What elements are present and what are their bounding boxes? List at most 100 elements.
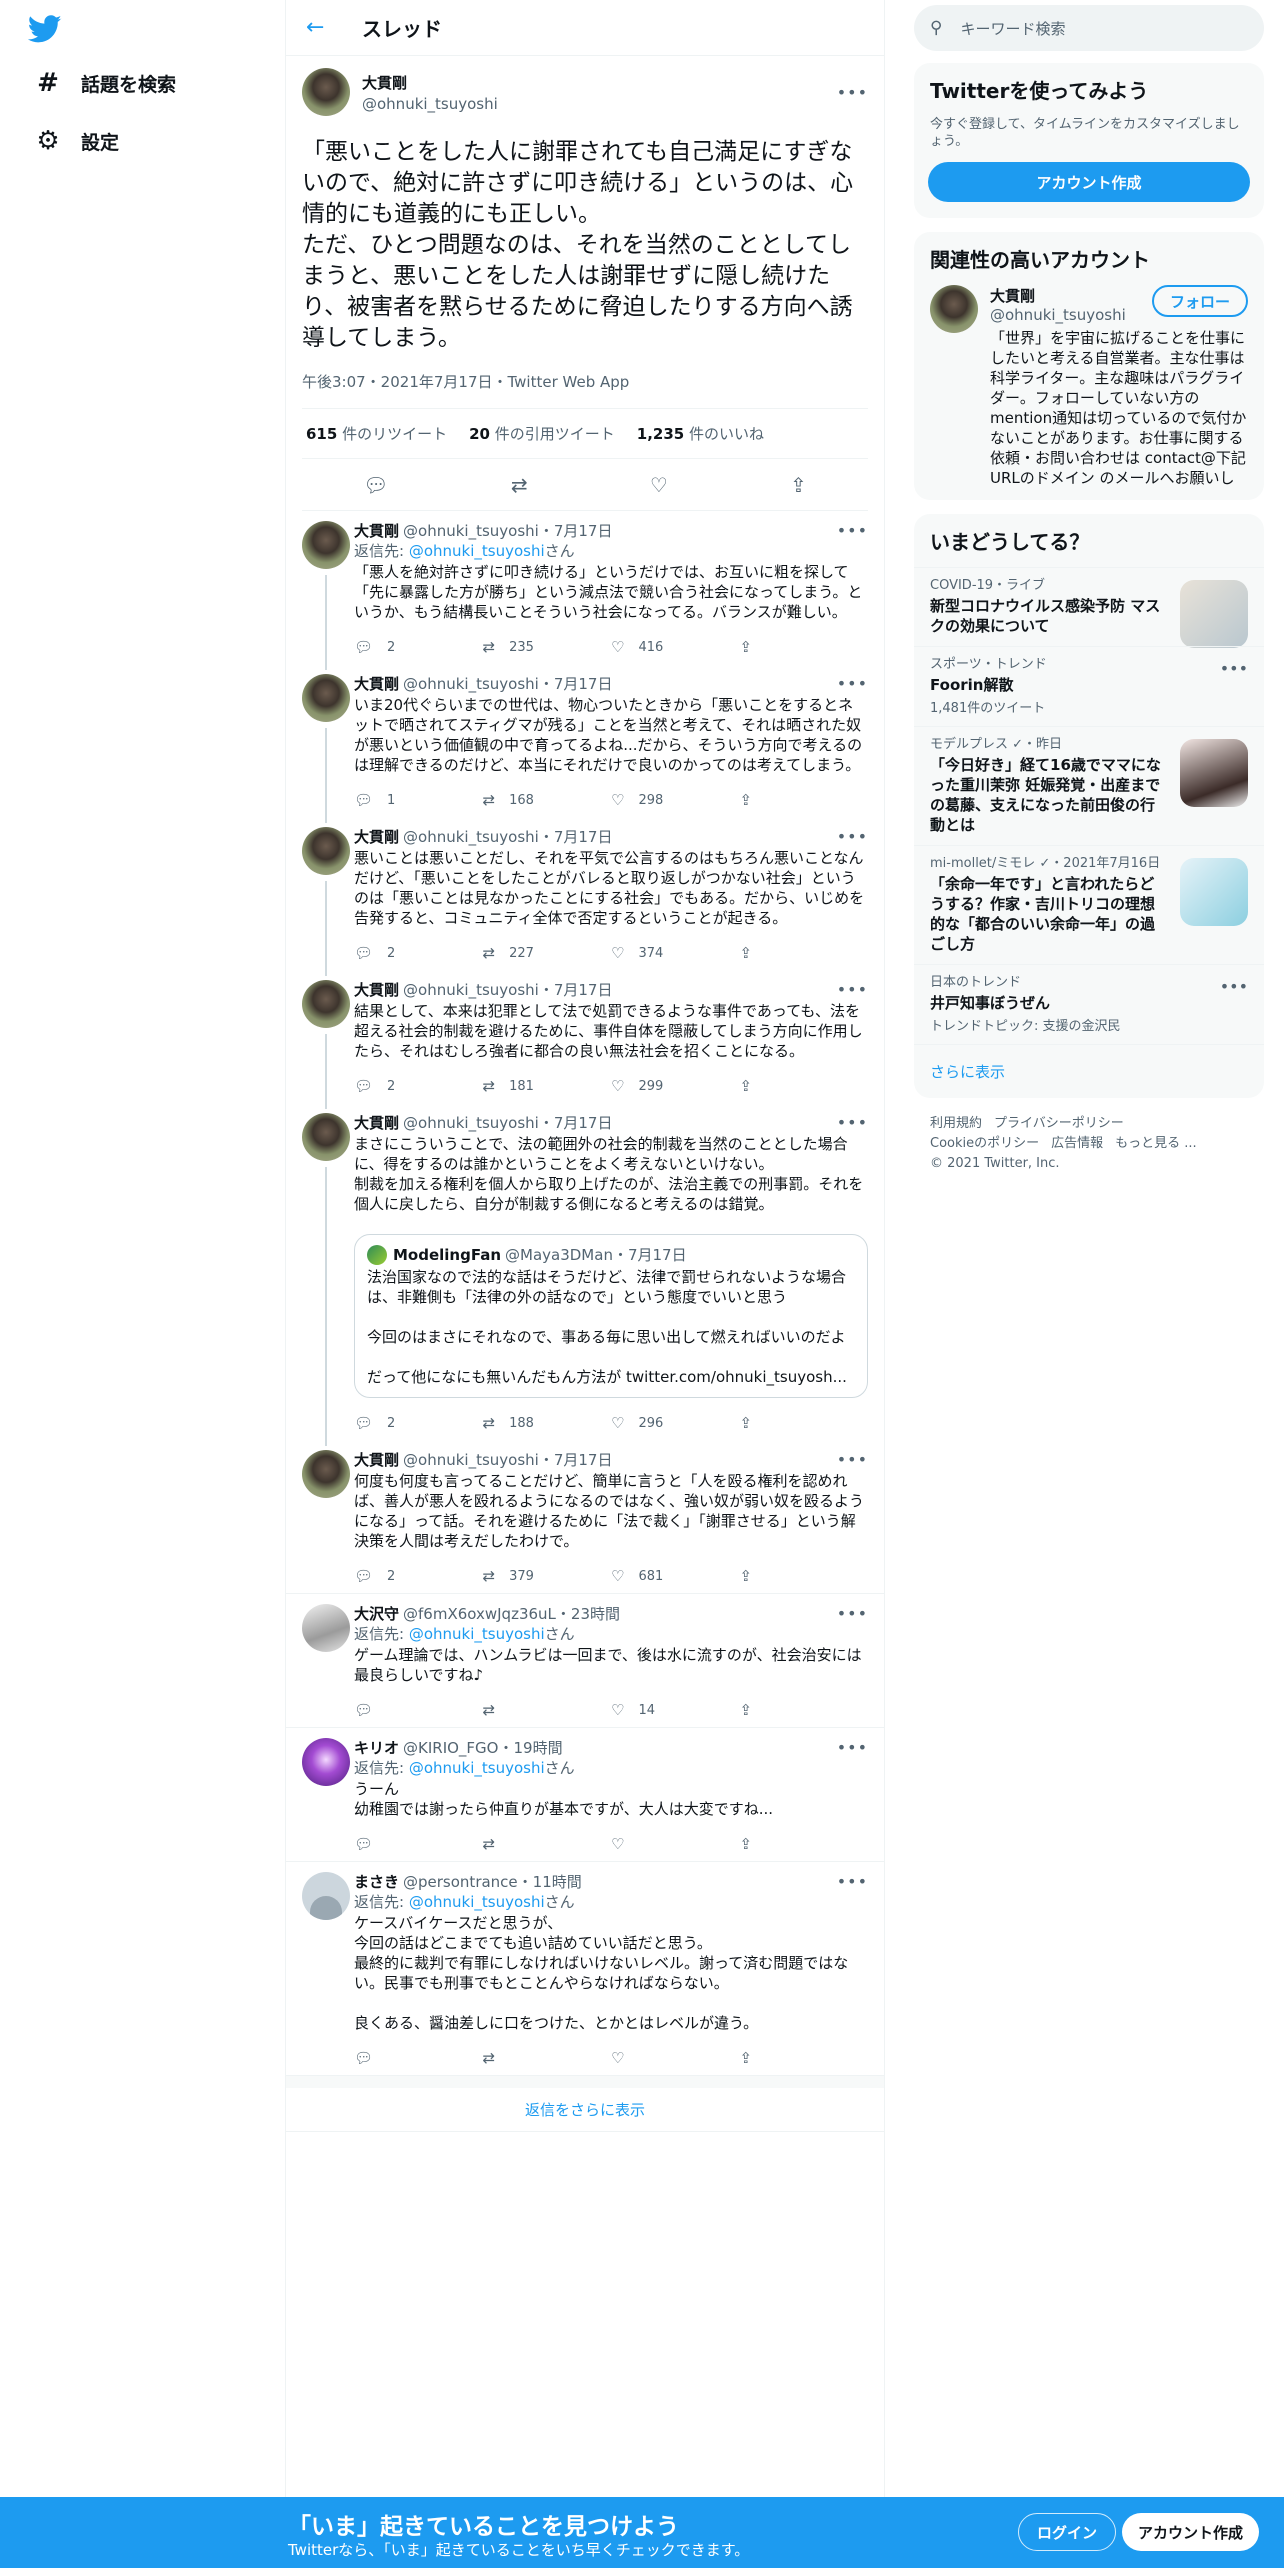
- more-icon[interactable]: •••: [1220, 659, 1248, 678]
- like-button[interactable]: ♡ 299: [611, 1077, 740, 1095]
- reply-author-handle[interactable]: @f6mX6oxwJqz36uL・23時間: [403, 1604, 620, 1624]
- quote-count[interactable]: 20 件の引用ツイート: [469, 423, 615, 444]
- nav-explore[interactable]: # 話題を検索: [33, 68, 176, 98]
- reply-to-link[interactable]: @ohnuki_tsuyoshi: [409, 542, 545, 560]
- more-icon[interactable]: •••: [837, 980, 868, 1000]
- share-button[interactable]: ⇪: [740, 1701, 869, 1719]
- like-button[interactable]: ♡ 681: [611, 1567, 740, 1585]
- avatar[interactable]: [302, 1604, 350, 1652]
- like-button[interactable]: ♡ 374: [611, 944, 740, 962]
- footer-link[interactable]: 広告情報: [1051, 1136, 1103, 1151]
- more-icon[interactable]: •••: [837, 1738, 868, 1758]
- like-button[interactable]: ♡ 298: [611, 791, 740, 809]
- rel-name[interactable]: 大貫剛: [990, 285, 1126, 306]
- reply-icon[interactable]: 💬︎: [363, 473, 388, 497]
- author-name[interactable]: 大貫剛: [362, 72, 498, 93]
- share-button[interactable]: ⇪: [740, 791, 869, 809]
- relevant-account[interactable]: 大貫剛 @ohnuki_tsuyoshi フォロー 「世界」を宇宙に拡げることを…: [914, 285, 1264, 500]
- reply-author-handle[interactable]: @persontrance・11時間: [403, 1872, 582, 1892]
- like-button[interactable]: ♡: [611, 1835, 740, 1853]
- avatar[interactable]: [302, 68, 350, 116]
- reply-button[interactable]: 💬︎ 2: [354, 1077, 483, 1095]
- share-button[interactable]: ⇪: [740, 1835, 869, 1853]
- retweet-count[interactable]: 615 件のリツイート: [306, 423, 447, 444]
- show-more-link[interactable]: さらに表示: [914, 1044, 1264, 1098]
- trend-item[interactable]: モデルプレス ✓・昨日 「今日好き」経て16歳でママになった重川茉弥 妊娠発覚・出…: [914, 726, 1264, 845]
- retweet-button[interactable]: ⇄: [483, 2049, 612, 2067]
- reply-button[interactable]: 💬︎: [354, 1835, 483, 1853]
- author-handle[interactable]: @ohnuki_tsuyoshi: [362, 95, 498, 113]
- like-button[interactable]: ♡ 14: [611, 1701, 740, 1719]
- like-count[interactable]: 1,235 件のいいね: [637, 423, 764, 444]
- reply-author-name[interactable]: 大貫剛: [354, 521, 399, 541]
- reply-tweet[interactable]: 大貫剛 @ohnuki_tsuyoshi・7月17日 ••• 返信先: @ohnuki…: [286, 511, 884, 670]
- more-icon[interactable]: •••: [837, 521, 868, 541]
- back-arrow-icon[interactable]: ←: [306, 15, 336, 40]
- reply-author-handle[interactable]: @ohnuki_tsuyoshi・7月17日: [403, 827, 612, 847]
- reply-author-name[interactable]: 大沢守: [354, 1604, 399, 1624]
- more-icon[interactable]: •••: [837, 674, 868, 694]
- like-button[interactable]: ♡ 296: [611, 1414, 740, 1432]
- retweet-button[interactable]: ⇄: [483, 1835, 612, 1853]
- reply-author-name[interactable]: 大貫剛: [354, 1450, 399, 1470]
- avatar[interactable]: [302, 1113, 350, 1161]
- reply-author-name[interactable]: 大貫剛: [354, 827, 399, 847]
- reply-button[interactable]: 💬︎: [354, 1701, 483, 1719]
- footer-link[interactable]: Cookieのポリシー: [930, 1136, 1039, 1151]
- avatar[interactable]: [302, 827, 350, 875]
- tweet-meta[interactable]: 午後3:07・2021年7月17日・Twitter Web App: [302, 371, 868, 409]
- reply-tweet[interactable]: 大貫剛 @ohnuki_tsuyoshi・7月17日 ••• いま20代ぐらいまでの世…: [286, 664, 884, 823]
- reply-author-handle[interactable]: @ohnuki_tsuyoshi・7月17日: [403, 1113, 612, 1133]
- retweet-button[interactable]: ⇄ 181: [483, 1077, 612, 1095]
- share-button[interactable]: ⇪: [740, 1077, 869, 1095]
- avatar[interactable]: [930, 285, 978, 333]
- reply-author-handle[interactable]: @KIRIO_FGO・19時間: [403, 1738, 563, 1758]
- like-button[interactable]: ♡: [611, 2049, 740, 2067]
- avatar[interactable]: [302, 1872, 350, 1920]
- reply-to-link[interactable]: @ohnuki_tsuyoshi: [409, 1893, 545, 1911]
- reply-author-name[interactable]: キリオ: [354, 1738, 399, 1758]
- login-button[interactable]: ログイン: [1018, 2513, 1117, 2551]
- retweet-button[interactable]: ⇄: [483, 1701, 612, 1719]
- footer-link[interactable]: プライバシーポリシー: [994, 1116, 1124, 1131]
- retweet-icon[interactable]: ⇄: [511, 473, 528, 497]
- reply-button[interactable]: 💬︎ 2: [354, 638, 483, 656]
- trend-item[interactable]: スポーツ・トレンド Foorin解散 1,481件のツイート •••: [914, 646, 1264, 726]
- reply-tweet[interactable]: キリオ @KIRIO_FGO・19時間 ••• 返信先: @ohnuki_tsuyos…: [286, 1728, 884, 1862]
- signup-button[interactable]: アカウント作成: [928, 162, 1250, 202]
- like-button[interactable]: ♡ 416: [611, 638, 740, 656]
- retweet-button[interactable]: ⇄ 168: [483, 791, 612, 809]
- signup-button-bottom[interactable]: アカウント作成: [1122, 2513, 1260, 2551]
- quote-tweet[interactable]: ModelingFan @Maya3DMan・7月17日 法治国家なので法的な話はそ…: [354, 1234, 868, 1398]
- reply-author-name[interactable]: 大貫剛: [354, 1113, 399, 1133]
- reply-tweet[interactable]: まさき @persontrance・11時間 ••• 返信先: @ohnuki_tsu…: [286, 1862, 884, 2076]
- reply-button[interactable]: 💬︎ 2: [354, 1567, 483, 1585]
- reply-tweet[interactable]: 大貫剛 @ohnuki_tsuyoshi・7月17日 ••• まさにこういうことで、法…: [286, 1103, 884, 1446]
- reply-button[interactable]: 💬︎ 2: [354, 1414, 483, 1432]
- reply-author-handle[interactable]: @ohnuki_tsuyoshi・7月17日: [403, 674, 612, 694]
- reply-to-link[interactable]: @ohnuki_tsuyoshi: [409, 1625, 545, 1643]
- trend-item[interactable]: 日本のトレンド 井戸知事ぼうぜん トレンドトピック: 支援の金沢民 •••: [914, 964, 1264, 1044]
- like-icon[interactable]: ♡: [650, 473, 668, 497]
- reply-author-name[interactable]: まさき: [354, 1872, 399, 1892]
- footer-link[interactable]: もっと見る ...: [1115, 1136, 1197, 1151]
- avatar[interactable]: [302, 674, 350, 722]
- trend-item[interactable]: mi-mollet/ミモレ ✓・2021年7月16日 「余命一年です」と言われたら…: [914, 845, 1264, 964]
- more-icon[interactable]: •••: [837, 1113, 868, 1133]
- reply-tweet[interactable]: 大貫剛 @ohnuki_tsuyoshi・7月17日 ••• 悪いことは悪いことだし、…: [286, 817, 884, 976]
- share-button[interactable]: ⇪: [740, 638, 869, 656]
- reply-button[interactable]: 💬︎ 2: [354, 944, 483, 962]
- reply-author-handle[interactable]: @ohnuki_tsuyoshi・7月17日: [403, 980, 612, 1000]
- more-icon[interactable]: •••: [837, 827, 868, 847]
- reply-author-name[interactable]: 大貫剛: [354, 674, 399, 694]
- reply-tweet[interactable]: 大貫剛 @ohnuki_tsuyoshi・7月17日 ••• 結果として、本来は犯罪と…: [286, 970, 884, 1109]
- trend-item[interactable]: COVID-19・ライブ 新型コロナウイルス感染予防 マスクの効果について: [914, 567, 1264, 648]
- reply-tweet[interactable]: 大沢守 @f6mX6oxwJqz36uL・23時間 ••• 返信先: @ohnuki_…: [286, 1594, 884, 1728]
- reply-author-handle[interactable]: @ohnuki_tsuyoshi・7月17日: [403, 521, 612, 541]
- avatar[interactable]: [302, 521, 350, 569]
- retweet-button[interactable]: ⇄ 188: [483, 1414, 612, 1432]
- search-input[interactable]: ⚲ キーワード検索: [914, 5, 1264, 51]
- more-icon[interactable]: •••: [837, 1872, 868, 1892]
- reply-author-name[interactable]: 大貫剛: [354, 980, 399, 1000]
- twitter-logo-icon[interactable]: [28, 12, 62, 46]
